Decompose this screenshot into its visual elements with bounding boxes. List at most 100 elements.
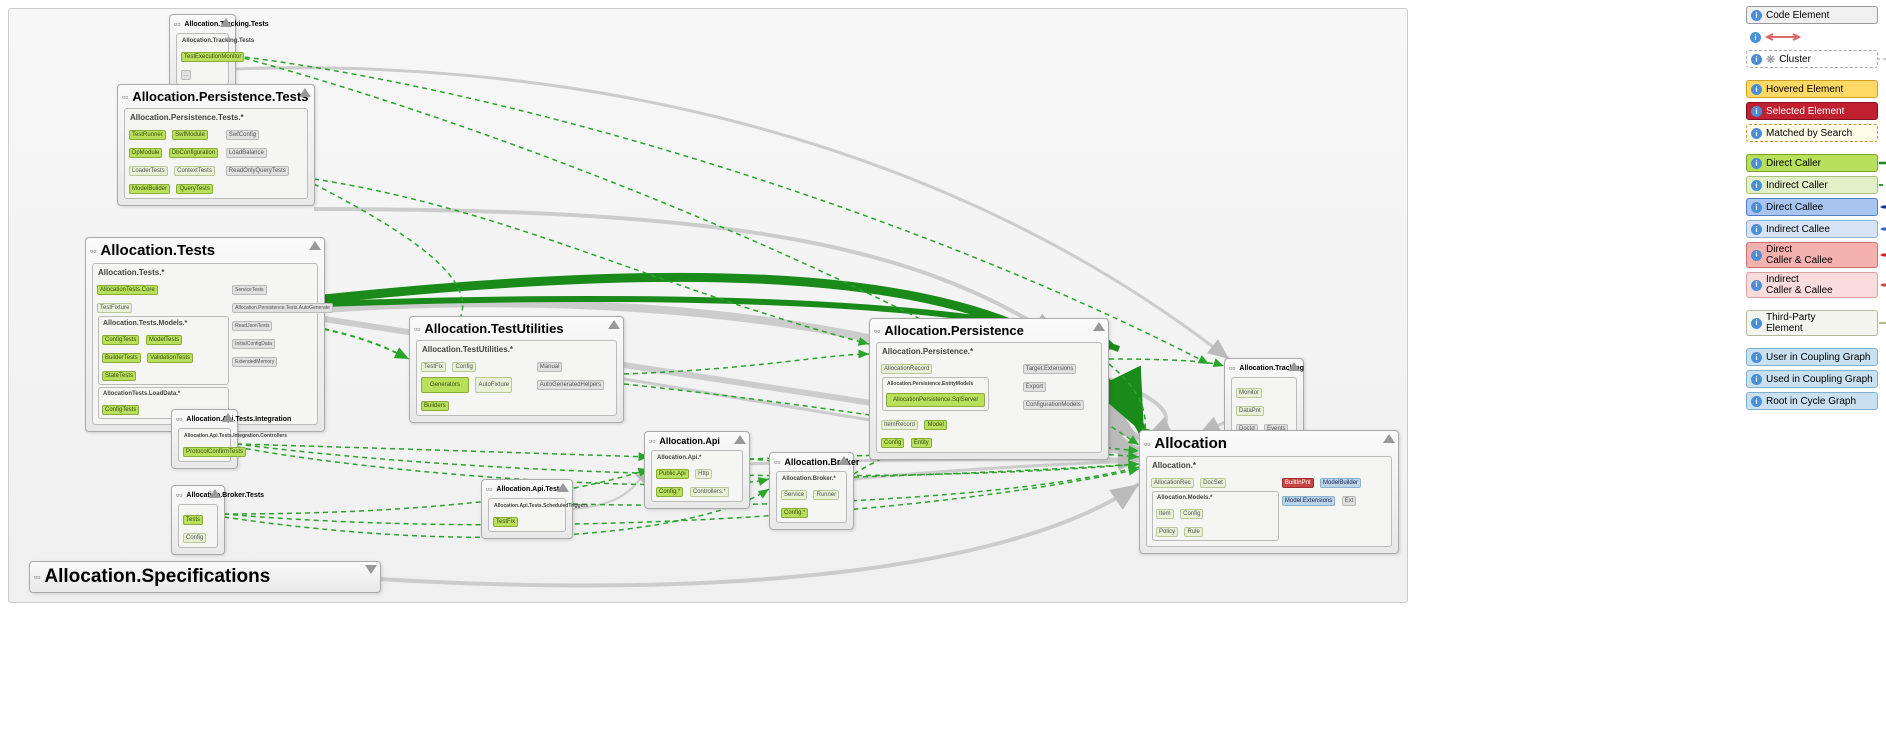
class-block[interactable]: ReadJsonTests bbox=[232, 321, 272, 331]
node-persistence-tests[interactable]: ▫▫Allocation.Persistence.Tests Allocatio… bbox=[117, 84, 315, 206]
legend-root-cycle[interactable]: iRoot in Cycle Graph bbox=[1746, 392, 1878, 410]
class-block[interactable]: TestRunner bbox=[129, 130, 166, 140]
class-block[interactable]: DataPnt bbox=[1236, 406, 1264, 416]
class-block[interactable]: ConfigTests bbox=[102, 405, 139, 415]
legend-used-coupling[interactable]: iUsed in Coupling Graph bbox=[1746, 370, 1878, 388]
class-block[interactable]: TestExecutionMonitor bbox=[181, 52, 244, 62]
class-block[interactable]: LoadBalance bbox=[226, 148, 267, 158]
class-block[interactable]: Item bbox=[1156, 509, 1174, 519]
node-api-tests[interactable]: ▫▫Allocation.Api.Tests Allocation.Api.Te… bbox=[481, 479, 573, 539]
class-block[interactable]: Http bbox=[695, 469, 712, 479]
legend-direct-both[interactable]: iDirect Caller & Callee bbox=[1746, 242, 1878, 268]
class-block[interactable]: AutoFixture bbox=[475, 377, 512, 393]
class-block[interactable]: TestFix bbox=[421, 362, 446, 372]
class-block[interactable]: ProtocolConfirmTests bbox=[183, 447, 246, 457]
node-specifications[interactable]: ▫▫Allocation.Specifications bbox=[29, 561, 381, 593]
class-block[interactable]: ContextTests bbox=[174, 166, 215, 176]
node-api[interactable]: ▫▫Allocation.Api Allocation.Api.* Public… bbox=[644, 431, 750, 509]
class-block[interactable]: Public.Api bbox=[656, 469, 689, 479]
collapse-icon[interactable] bbox=[838, 456, 850, 465]
class-block[interactable]: InitialConfigData bbox=[232, 339, 275, 349]
class-block[interactable]: AllocationPersistence.SqlServer bbox=[886, 393, 985, 407]
collapse-icon[interactable] bbox=[1288, 362, 1300, 371]
legend-code-element[interactable]: iCode Element bbox=[1746, 6, 1878, 24]
class-block[interactable]: ConfigTests bbox=[102, 335, 139, 345]
class-block[interactable]: Controllers.* bbox=[690, 487, 729, 497]
class-block[interactable]: ModelBuilder bbox=[1320, 478, 1361, 488]
class-block[interactable]: Tests bbox=[183, 515, 203, 525]
collapse-icon[interactable] bbox=[299, 88, 311, 97]
class-block[interactable]: ReadOnlyQueryTests bbox=[226, 166, 289, 176]
class-block[interactable]: DocSet bbox=[1200, 478, 1226, 488]
class-block[interactable]: ValidationTests bbox=[147, 353, 193, 363]
class-block[interactable]: Manual bbox=[537, 362, 563, 372]
collapse-icon[interactable] bbox=[220, 18, 232, 27]
class-block[interactable]: AllocationRecord bbox=[881, 364, 932, 374]
class-block[interactable]: Config.* bbox=[781, 508, 808, 518]
class-block[interactable]: Target.Extensions bbox=[1023, 364, 1077, 374]
node-broker-tests[interactable]: ▫▫Allocation.Broker.Tests Tests Config bbox=[171, 485, 225, 555]
legend-indirect-caller[interactable]: iIndirect Caller bbox=[1746, 176, 1878, 194]
class-block[interactable]: AllocationTests.Core bbox=[97, 285, 158, 295]
legend-arrow-row[interactable]: i bbox=[1746, 28, 1878, 46]
class-block[interactable]: ConfigurationModels bbox=[1023, 400, 1084, 410]
node-allocation[interactable]: ▫▫Allocation Allocation.* AllocationRec … bbox=[1139, 430, 1399, 554]
class-block[interactable]: Monitor bbox=[1236, 388, 1262, 398]
class-block[interactable]: Config bbox=[452, 362, 475, 372]
legend-hovered[interactable]: iHovered Element bbox=[1746, 80, 1878, 98]
class-block[interactable]: Ext bbox=[1342, 496, 1357, 506]
class-block[interactable]: ExtendedMemory bbox=[232, 357, 277, 367]
class-block[interactable]: Export bbox=[1023, 382, 1046, 392]
class-block[interactable]: ServiceTests bbox=[232, 285, 266, 295]
legend-third-party[interactable]: iThird-Party Element bbox=[1746, 310, 1878, 336]
class-block[interactable]: Generators bbox=[421, 377, 469, 393]
class-block[interactable]: Service bbox=[781, 490, 807, 500]
legend-indirect-callee[interactable]: iIndirect Callee bbox=[1746, 220, 1878, 238]
class-block[interactable]: AllocationRec bbox=[1151, 478, 1194, 488]
legend-selected[interactable]: iSelected Element bbox=[1746, 102, 1878, 120]
class-block[interactable]: Config.* bbox=[656, 487, 683, 497]
legend-direct-caller[interactable]: iDirect Caller bbox=[1746, 154, 1878, 172]
class-block[interactable]: Config bbox=[1180, 509, 1203, 519]
class-block[interactable]: SwfModule bbox=[172, 130, 208, 140]
expand-icon[interactable] bbox=[365, 565, 377, 574]
collapse-icon[interactable] bbox=[1093, 322, 1105, 331]
collapse-icon[interactable] bbox=[1383, 434, 1395, 443]
node-api-tests-integration[interactable]: ▫▫Allocation.Api.Tests.Integration Alloc… bbox=[171, 409, 238, 469]
class-block[interactable]: ModelTests bbox=[146, 335, 182, 345]
class-block-selected[interactable]: BuiltInPnt bbox=[1282, 478, 1314, 488]
collapse-icon[interactable] bbox=[209, 489, 221, 498]
node-tests[interactable]: ▫▫Allocation.Tests Allocation.Tests.* Al… bbox=[85, 237, 325, 432]
class-block[interactable]: TestFixture bbox=[97, 303, 132, 313]
class-block[interactable]: TestFix bbox=[493, 517, 518, 527]
class-block[interactable]: Config bbox=[881, 438, 904, 448]
class-block[interactable]: ItemRecord bbox=[881, 420, 918, 430]
class-block[interactable]: SwfConfig bbox=[226, 130, 259, 140]
class-block[interactable]: Config bbox=[183, 533, 206, 543]
node-persistence[interactable]: ▫▫Allocation.Persistence Allocation.Pers… bbox=[869, 318, 1109, 460]
collapse-icon[interactable] bbox=[734, 435, 746, 444]
class-block[interactable]: Model bbox=[924, 420, 946, 430]
class-block[interactable]: LoaderTests bbox=[129, 166, 168, 176]
legend-direct-callee[interactable]: iDirect Callee bbox=[1746, 198, 1878, 216]
legend-cluster[interactable]: i❋Cluster bbox=[1746, 50, 1878, 68]
class-block[interactable]: DpModule bbox=[129, 148, 162, 158]
class-block[interactable]: Builders bbox=[421, 401, 449, 411]
collapse-icon[interactable] bbox=[608, 320, 620, 329]
node-test-utilities[interactable]: ▫▫Allocation.TestUtilities Allocation.Te… bbox=[409, 316, 624, 423]
collapse-icon[interactable] bbox=[557, 483, 569, 492]
class-block[interactable]: AutoGeneratedHelpers bbox=[537, 380, 604, 390]
class-block[interactable]: StateTests bbox=[102, 371, 136, 381]
dependency-graph-canvas[interactable]: ▫▫Allocation.Tracking.Tests Allocation.T… bbox=[8, 8, 1408, 603]
class-block[interactable]: QueryTests bbox=[176, 184, 212, 194]
class-block[interactable]: Model.Extensions bbox=[1282, 496, 1335, 506]
class-block[interactable]: Rule bbox=[1184, 527, 1202, 537]
class-block[interactable]: BuilderTests bbox=[102, 353, 141, 363]
legend-indirect-both[interactable]: iIndirect Caller & Callee bbox=[1746, 272, 1878, 298]
class-block[interactable]: Policy bbox=[1156, 527, 1178, 537]
class-block[interactable]: DbConfiguration bbox=[169, 148, 218, 158]
legend-user-coupling[interactable]: iUser in Coupling Graph bbox=[1746, 348, 1878, 366]
collapse-icon[interactable] bbox=[309, 241, 321, 250]
legend-matched[interactable]: iMatched by Search bbox=[1746, 124, 1878, 142]
class-block[interactable]: Allocation.Persistence.Tests.AutoGenerat… bbox=[232, 303, 333, 313]
